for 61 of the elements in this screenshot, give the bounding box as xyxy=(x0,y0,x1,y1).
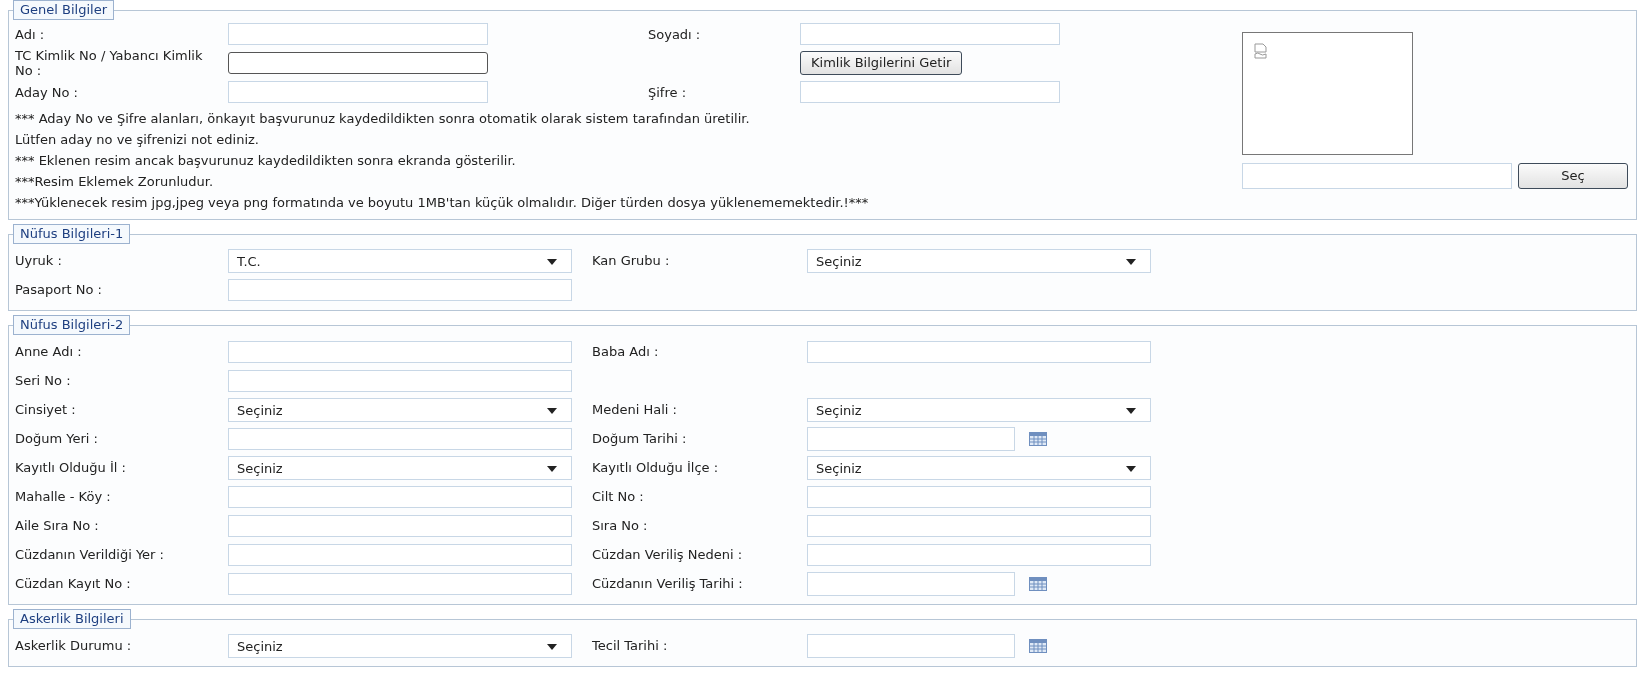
select-field[interactable]: Seçiniz xyxy=(228,397,572,422)
select-field[interactable]: Seçiniz xyxy=(807,455,1151,480)
select-field[interactable]: T.C. xyxy=(228,248,572,273)
select-field[interactable]: Seçiniz xyxy=(807,397,1151,422)
select-field[interactable]: Seçiniz xyxy=(807,248,1151,273)
date-field[interactable] xyxy=(807,571,1015,596)
caret-icon xyxy=(547,407,557,414)
note-text: ***Yüklenecek resim jpg,jpeg veya png formatında ve boyutu 1MB'tan küçük olmalıdır. Diğer türden dosya yüklenememektedir.!*** xyxy=(15,194,870,212)
caret-icon xyxy=(1126,258,1136,265)
choose-button[interactable]: Seç xyxy=(1518,163,1628,189)
field-label: Pasaport No : xyxy=(15,280,103,299)
field-label: Uyruk : xyxy=(15,251,63,270)
date-field[interactable] xyxy=(807,426,1015,451)
field-label: Medeni Hali : xyxy=(592,400,678,419)
calendar-icon[interactable] xyxy=(1029,638,1047,653)
field-label: Kan Grubu : xyxy=(592,251,671,270)
date-field[interactable] xyxy=(807,633,1015,658)
field-label: Soyadı : xyxy=(648,26,702,42)
note-text: *** Aday No ve Şifre alanları, önkayıt başvurunuz kaydedildikten sonra otomatik olarak sistem tarafından üretilir. xyxy=(15,110,751,128)
field-label: Adı : xyxy=(15,26,46,42)
section-title: Nüfus Bilgileri-2 xyxy=(13,315,131,335)
field-label: Baba Adı : xyxy=(592,342,660,361)
caret-icon xyxy=(1126,407,1136,414)
field-label: Cinsiyet : xyxy=(15,400,77,419)
note-text: *** Eklenen resim ancak başvurunuz kaydedildikten sonra ekranda gösterilir. xyxy=(15,152,517,170)
select-field[interactable]: Seçiniz xyxy=(228,455,572,480)
field-label: Cüzdan Veriliş Nedeni : xyxy=(592,545,744,564)
field-label: Mahalle - Köy : xyxy=(15,487,112,506)
select-field[interactable]: Seçiniz xyxy=(228,633,572,658)
section-title: Askerlik Bilgileri xyxy=(13,609,131,629)
field-label: TC Kimlik No / Yabancı Kimlik No : xyxy=(15,48,204,78)
section-title: Nüfus Bilgileri-1 xyxy=(13,224,131,244)
field-label: Cüzdanın Verildiği Yer : xyxy=(15,545,165,564)
field-label: Doğum Yeri : xyxy=(15,429,99,448)
note-text: Lütfen aday no ve şifrenizi not ediniz. xyxy=(15,131,260,149)
section-title: Genel Bilgiler xyxy=(13,0,114,20)
field-label: Anne Adı : xyxy=(15,342,83,361)
field-label: Cüzdanın Veriliş Tarihi : xyxy=(592,574,744,593)
caret-icon xyxy=(547,643,557,650)
field-label: Sıra No : xyxy=(592,516,649,535)
caret-icon xyxy=(547,465,557,472)
field-label: Doğum Tarihi : xyxy=(592,429,688,448)
field-label: Cilt No : xyxy=(592,487,645,506)
caret-icon xyxy=(1126,465,1136,472)
field-label: Askerlik Durumu : xyxy=(15,636,133,655)
field-label: Şifre : xyxy=(648,84,687,100)
field-label: Kayıtlı Olduğu İl : xyxy=(15,458,127,477)
note-text: ***Resim Eklemek Zorunludur. xyxy=(15,173,215,191)
caret-icon xyxy=(547,258,557,265)
field-label: Seri No : xyxy=(15,371,72,390)
field-label: Aday No : xyxy=(15,84,79,100)
broken-image-icon xyxy=(1253,43,1269,59)
field-label: Cüzdan Kayıt No : xyxy=(15,574,132,593)
file-field[interactable] xyxy=(1242,163,1512,189)
field-label: Tecil Tarihi : xyxy=(592,636,669,655)
calendar-icon[interactable] xyxy=(1029,576,1047,591)
text-field[interactable] xyxy=(228,52,488,74)
field-label: Kayıtlı Olduğu İlçe : xyxy=(592,458,720,477)
calendar-icon[interactable] xyxy=(1029,431,1047,446)
field-label: Aile Sıra No : xyxy=(15,516,100,535)
fetch-button[interactable]: Kimlik Bilgilerini Getir xyxy=(800,51,963,75)
